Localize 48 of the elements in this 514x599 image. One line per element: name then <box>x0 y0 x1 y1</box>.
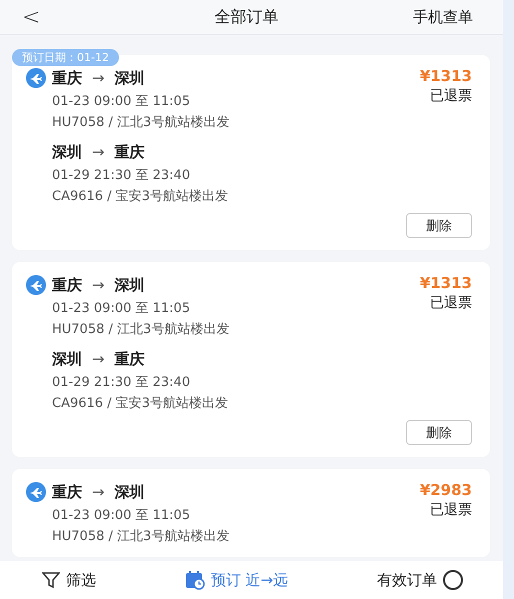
plane-icon <box>26 275 46 295</box>
departure-city: 重庆 <box>52 68 82 88</box>
plane-icon <box>26 68 46 88</box>
flight-time: 01-23 09:00 至 11:05 <box>51 93 192 110</box>
arrival-city: 深圳 <box>114 68 145 88</box>
flight-info: HU7058 / 江北3号航站楼出发 <box>51 528 230 545</box>
delete-button[interactable]: 删除 <box>406 420 472 445</box>
flight-info: HU7058 / 江北3号航站楼出发 <box>51 321 230 338</box>
price: ¥1313 <box>420 67 472 85</box>
filter-button[interactable]: 筛选 <box>42 570 96 590</box>
flight-time: 01-23 09:00 至 11:05 <box>51 300 192 317</box>
order-card[interactable]: 重庆 → 深圳 01-23 09:00 至 11:05 HU7058 / 江北3号航站楼出发 ¥2983 已退票 <box>12 469 490 557</box>
radio-circle[interactable] <box>443 570 463 590</box>
flight-time: 01-29 21:30 至 23:40 <box>51 374 192 391</box>
order-card[interactable]: 重庆 → 深圳 01-23 09:00 至 11:05 HU7058 / 江北3号航站楼出发 深圳 → 重庆 01-29 21:30 至 23:40 CA9616 / 宝安3号航站楼出发 ¥1313 已退票 删除 <box>12 262 490 457</box>
departure-city: 深圳 <box>52 350 82 368</box>
flight-info: HU7058 / 江北3号航站楼出发 <box>51 114 230 131</box>
phone-lookup-link[interactable]: 手机查单 <box>413 8 473 26</box>
departure-city: 重庆 <box>52 276 82 294</box>
arrow-text: → <box>92 143 105 161</box>
arrival-city: 重庆 <box>114 142 145 162</box>
filter-icon <box>42 571 60 589</box>
booking-date-tag: 预订日期：01-12 <box>12 49 119 66</box>
arrow-text: → <box>92 350 105 368</box>
price: ¥1313 <box>420 274 472 292</box>
flight-time: 01-23 09:00 至 11:05 <box>51 507 192 524</box>
order-status: 已退票 <box>430 87 472 105</box>
valid-orders-toggle[interactable]: 有效订单 <box>377 570 463 590</box>
order-status: 已退票 <box>430 501 472 519</box>
order-status: 已退票 <box>430 294 472 312</box>
arrival-city: 深圳 <box>114 276 145 294</box>
arrival-city: 深圳 <box>114 482 145 502</box>
flight-info: CA9616 / 宝安3号航站楼出发 <box>51 188 229 205</box>
arrow-text: → <box>92 69 105 87</box>
page-title: 全部订单 <box>214 6 279 28</box>
flight-time: 01-29 21:30 至 23:40 <box>51 167 192 184</box>
price: ¥2983 <box>420 481 472 499</box>
sort-button[interactable]: 预订 近→远 <box>184 570 288 590</box>
calendar-clock-icon <box>184 570 205 590</box>
arrival-city: 重庆 <box>114 350 145 368</box>
departure-city: 深圳 <box>52 142 82 162</box>
flight-info: CA9616 / 宝安3号航站楼出发 <box>51 395 229 412</box>
arrow-text: → <box>92 483 105 501</box>
departure-city: 重庆 <box>52 482 82 502</box>
delete-button[interactable]: 删除 <box>406 213 472 238</box>
plane-icon <box>26 482 46 502</box>
arrow-text: → <box>92 276 105 294</box>
back-button[interactable]: < <box>22 4 40 30</box>
